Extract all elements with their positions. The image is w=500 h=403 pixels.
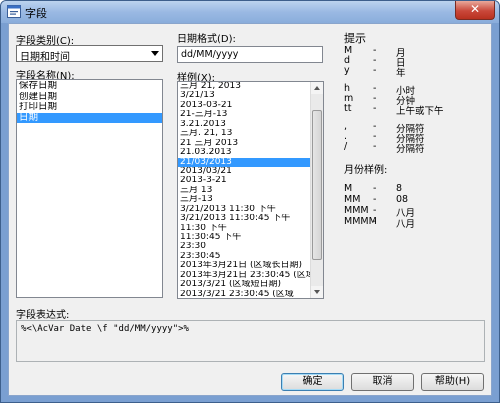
hint-key: MMM [344, 205, 369, 216]
sample-item[interactable]: 2013年3月21日 23:30:45 (区域 [178, 271, 311, 280]
close-icon: ✕ [469, 2, 481, 16]
date-format-input[interactable]: dd/MM/yyyy [177, 46, 323, 63]
sample-item[interactable]: 2013/03/21 [178, 167, 311, 176]
sample-item[interactable]: 3/21/13 [178, 91, 311, 100]
field-category-select[interactable]: 日期和时间 [16, 45, 163, 63]
arrow-down-icon [314, 290, 320, 294]
hint-dash: - [373, 205, 377, 216]
date-format-value: dd/MM/yyyy [181, 49, 239, 60]
samples-scrollbar[interactable] [310, 82, 323, 298]
sample-item[interactable]: 2013-03-21 [178, 101, 311, 110]
field-expression-label: 字段表达式: [16, 310, 70, 321]
hint-row: y-年 [344, 65, 464, 79]
title-bar[interactable]: 字段 ✕ [1, 1, 499, 23]
sample-item[interactable]: 3/21/2013 11:30 下午 [178, 205, 311, 214]
field-expression-value: %<\AcVar Date \f "dd/MM/yyyy">% [21, 324, 189, 334]
hint-val: 08 [396, 194, 409, 205]
sample-item[interactable]: 2013-3-21 [178, 176, 311, 185]
hint-key: MMMM [344, 216, 377, 227]
hint-dash: - [373, 141, 377, 152]
scroll-down-button[interactable] [311, 286, 323, 298]
hint-row: MM - 08 [344, 194, 464, 205]
field-names-list[interactable]: 保存日期 创建日期 打印日期 日期 [16, 79, 163, 298]
dialog-body: 字段类别(C): 日期和时间 字段名称(N): 保存日期 创建日期 打印日期 日期 日… [8, 23, 492, 396]
sample-item[interactable]: 21/03/2013 [178, 157, 311, 167]
sample-item[interactable]: 三月 13 [178, 186, 311, 195]
samples-items: 三月 21, 2013 3/21/13 2013-03-21 21-三月-13 3.21… [178, 82, 311, 298]
hint-key: y [344, 65, 350, 76]
hint-row: MMM - 八月 [344, 205, 464, 219]
sample-item[interactable]: 21 三月 2013 [178, 139, 311, 148]
sample-item[interactable]: 21-三月-13 [178, 110, 311, 119]
field-name-item[interactable]: 日期 [17, 112, 162, 123]
arrow-up-icon [314, 86, 320, 90]
sample-item[interactable]: 2013/3/21 23:30:45 (区域 [178, 290, 311, 298]
field-expression-box: %<\AcVar Date \f "dd/MM/yyyy">% [16, 320, 485, 362]
sample-item[interactable]: 21.03.2013 [178, 148, 311, 157]
hint-row: MMMM - 八月 [344, 216, 464, 230]
hint-val: 八月 [396, 219, 416, 230]
hint-key: tt [344, 103, 352, 114]
hint-val: 上午或下午 [396, 106, 444, 117]
hint-row: / - 分隔符 [344, 141, 464, 155]
hint-row: tt - 上午或下午 [344, 103, 464, 117]
sample-item[interactable]: 23:30:45 [178, 252, 311, 261]
field-dialog: 字段 ✕ 字段类别(C): 日期和时间 字段名称(N): 保存日期 创建日期 打印日… [0, 0, 500, 403]
field-category-value: 日期和时间 [20, 52, 70, 63]
field-name-item[interactable]: 创建日期 [17, 92, 162, 103]
hint-dash: - [373, 65, 377, 76]
scroll-up-button[interactable] [311, 82, 323, 94]
sample-item[interactable]: 11:30:45 下午 [178, 233, 311, 242]
hint-key: M [344, 183, 353, 194]
hint-val: 年 [396, 68, 406, 79]
scroll-thumb[interactable] [312, 110, 322, 260]
cancel-button[interactable]: 取消 [351, 373, 414, 391]
sample-item[interactable]: 三月. 21, 13 [178, 129, 311, 138]
sample-item[interactable]: 2013/3/21 (区域短日期) [178, 280, 311, 289]
month-samples-label: 月份样例: [344, 165, 388, 176]
hint-dash: - [373, 103, 377, 114]
hint-key: / [344, 141, 348, 152]
field-name-item[interactable]: 打印日期 [17, 102, 162, 113]
hint-dash: - [373, 216, 377, 227]
ok-button[interactable]: 确定 [281, 373, 344, 391]
chevron-down-icon [151, 51, 159, 56]
hint-dash: - [373, 183, 377, 194]
close-button[interactable]: ✕ [455, 1, 495, 20]
window-title: 字段 [25, 7, 47, 20]
sample-item[interactable]: 23:30 [178, 242, 311, 251]
field-name-item[interactable]: 保存日期 [17, 81, 162, 92]
sample-item[interactable]: 3/21/2013 11:30:45 下午 [178, 214, 311, 223]
hint-key: MM [344, 194, 361, 205]
app-icon [7, 5, 21, 18]
hint-val: 8 [396, 183, 403, 194]
sample-item[interactable]: 2013年3月21日 (区域长日期) [178, 261, 311, 270]
hints-label: 提示 [344, 32, 366, 45]
hint-val: 分隔符 [396, 144, 425, 155]
sample-item[interactable]: 11:30 下午 [178, 224, 311, 233]
date-format-label: 日期格式(D): [177, 34, 236, 45]
sample-item[interactable]: 三月-13 [178, 195, 311, 204]
hint-row: M - 8 [344, 183, 464, 194]
samples-list[interactable]: 三月 21, 2013 3/21/13 2013-03-21 21-三月-13 3.21… [177, 81, 324, 299]
sample-item[interactable]: 3.21.2013 [178, 120, 311, 129]
hint-dash: - [373, 194, 377, 205]
sample-item[interactable]: 三月 21, 2013 [178, 82, 311, 91]
help-button[interactable]: 帮助(H) [421, 373, 484, 391]
